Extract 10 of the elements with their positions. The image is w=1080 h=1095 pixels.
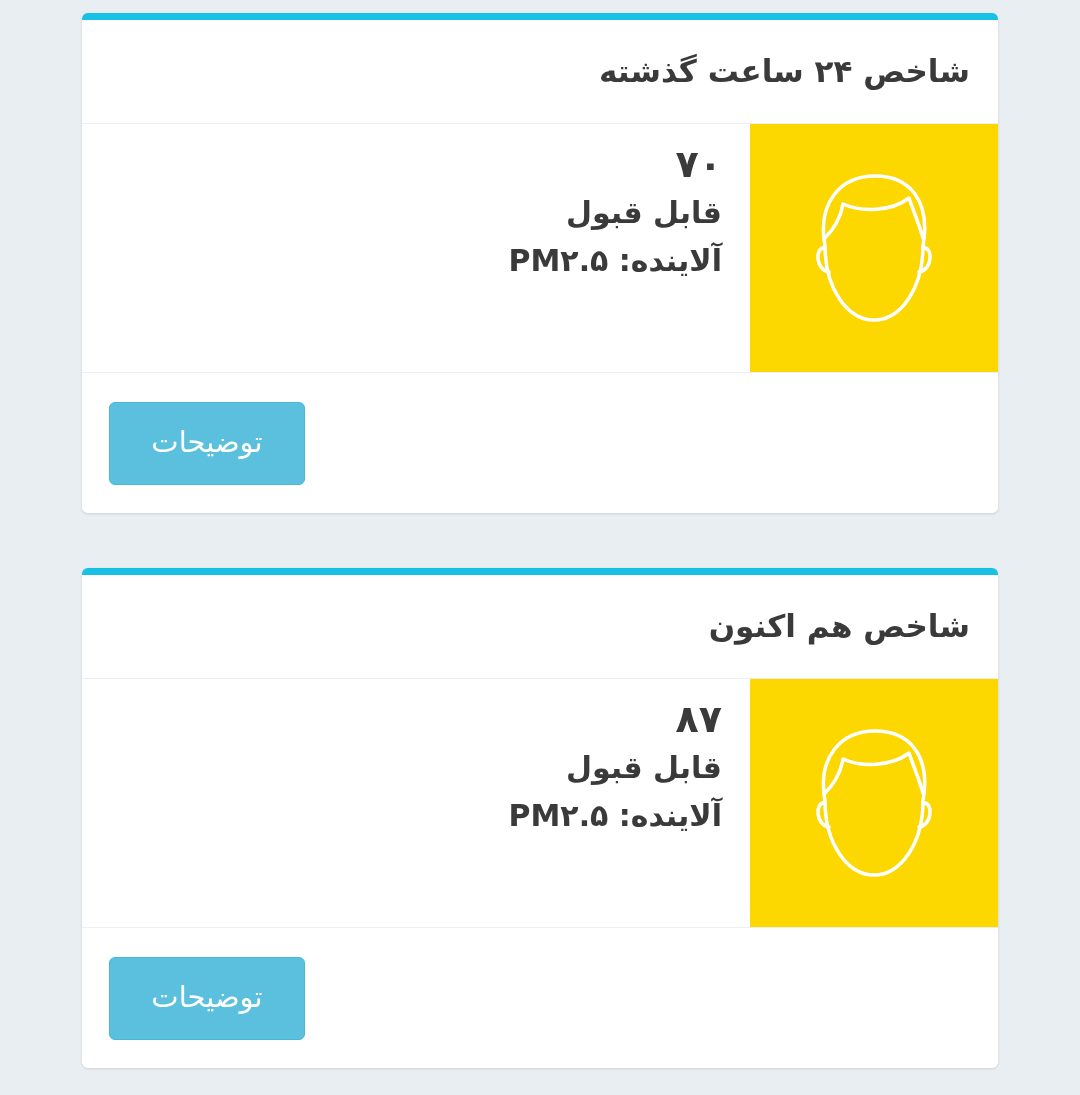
index-value: ۸۷ (675, 696, 722, 743)
pollutant-text: آلاینده: PM۲.۵ (508, 241, 722, 281)
pollutant-text: آلاینده: PM۲.۵ (508, 796, 722, 836)
status-text: قابل قبول (565, 194, 722, 233)
details-button[interactable]: توضیحات (109, 401, 305, 485)
card-title: شاخص ۲۴ ساعت گذشته (599, 52, 970, 91)
card-title: شاخص هم اکنون (708, 607, 970, 646)
index-value: ۷۰ (675, 141, 722, 188)
details-button[interactable]: توضیحات (109, 956, 305, 1040)
status-text: قابل قبول (565, 749, 722, 788)
